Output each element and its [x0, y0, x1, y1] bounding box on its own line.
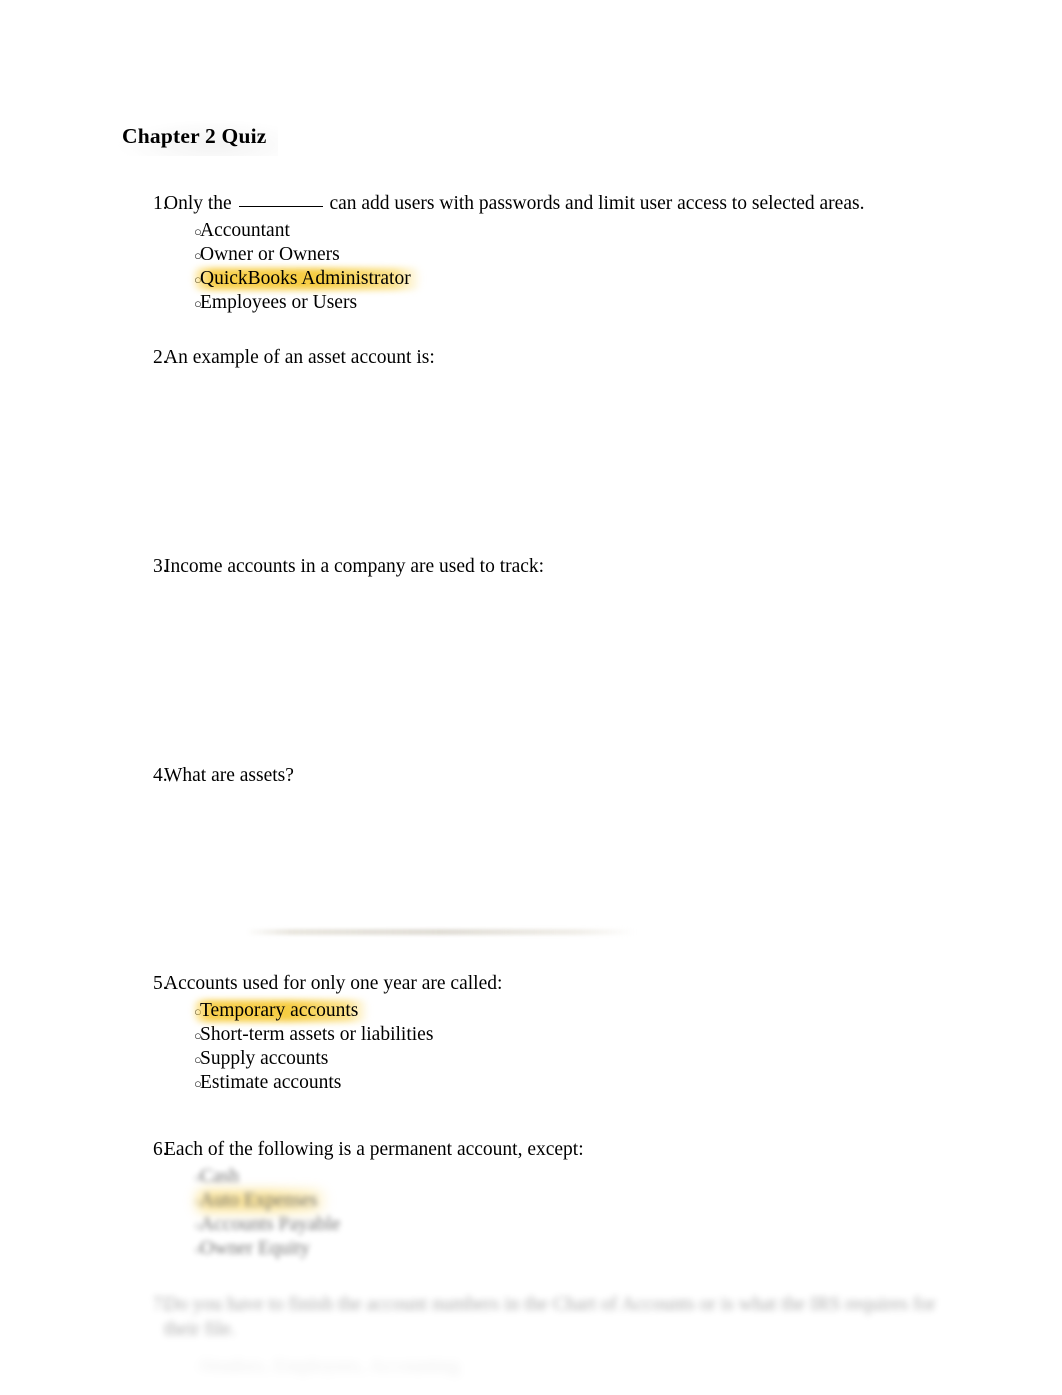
option-label: Short-term assets or liabilities: [200, 1023, 434, 1045]
question-1-options: ○ Accountant ○ Owner or Owners ○ QuickBo…: [122, 219, 982, 315]
question-5: 5. Accounts used for only one year are c…: [122, 972, 982, 1111]
question-7-number: 7.: [153, 1294, 168, 1315]
bullet-circle-icon: ○: [194, 1193, 202, 1209]
option-label: Accountant: [200, 219, 290, 241]
question-1-prompt: 1. Only the can add users with passwords…: [122, 192, 982, 217]
question-1: 1. Only the can add users with passwords…: [122, 192, 982, 331]
option-label: Estimate accounts: [200, 1071, 342, 1093]
question-1-text-after: can add users with passwords and limit u…: [329, 193, 865, 214]
question-4-prompt: 4. What are assets?: [122, 764, 982, 789]
question-7-prompt: 7. Do you have to finish the account num…: [122, 1292, 982, 1343]
bullet-circle-icon: ○: [194, 1003, 202, 1019]
option-row[interactable]: ○ Accountant: [122, 219, 982, 243]
option-label: Owner Equity: [200, 1237, 310, 1259]
question-6-options: ○ Cash ○ Auto Expenses ○ Accounts Payabl…: [122, 1165, 982, 1261]
option-label: Cash: [200, 1165, 239, 1187]
option-row[interactable]: ○ Employees or Users: [122, 291, 982, 315]
bullet-circle-icon: ○: [194, 247, 202, 263]
option-row[interactable]: ○ Owner Equity: [122, 1237, 982, 1261]
question-3: 3. Income accounts in a company are used…: [122, 555, 982, 580]
option-row[interactable]: ○ Vendors, Employees, Accounting: [122, 1355, 982, 1379]
question-5-options: ○ Temporary accounts ○ Short-term assets…: [122, 999, 982, 1095]
page-title: Chapter 2 Quiz: [122, 124, 267, 148]
question-5-prompt: 5. Accounts used for only one year are c…: [122, 972, 982, 997]
option-row[interactable]: ○ Estimate accounts: [122, 1071, 982, 1095]
option-label-highlighted: QuickBooks Administrator: [200, 267, 411, 289]
option-row[interactable]: ○ Short-term assets or liabilities: [122, 1023, 982, 1047]
option-label: Owner or Owners: [200, 243, 340, 265]
question-6: 6. Each of the following is a permanent …: [122, 1138, 982, 1277]
option-row-selected[interactable]: ○ Auto Expenses: [122, 1189, 982, 1213]
question-5-number: 5.: [153, 973, 168, 994]
bullet-circle-icon: ○: [194, 1051, 202, 1067]
question-6-prompt: 6. Each of the following is a permanent …: [122, 1138, 982, 1163]
option-row-selected[interactable]: ○ QuickBooks Administrator: [122, 267, 982, 291]
question-7: 7. Do you have to finish the account num…: [122, 1292, 982, 1395]
option-label: Supply accounts: [200, 1047, 329, 1069]
option-row[interactable]: ○ Supply accounts: [122, 1047, 982, 1071]
bullet-circle-icon: ○: [194, 1359, 202, 1375]
question-2: 2. An example of an asset account is:: [122, 346, 982, 371]
document-page: Chapter 2 Quiz 1. Only the can add users…: [0, 0, 1062, 1377]
option-row[interactable]: ○ Cash: [122, 1165, 982, 1189]
question-3-prompt: 3. Income accounts in a company are used…: [122, 555, 982, 580]
bullet-circle-icon: ○: [194, 1027, 202, 1043]
option-label-highlighted: Temporary accounts: [200, 999, 359, 1021]
option-label: Employees or Users: [200, 291, 358, 313]
question-2-prompt: 2. An example of an asset account is:: [122, 346, 982, 371]
bullet-circle-icon: ○: [194, 1075, 202, 1091]
option-label-highlighted: Auto Expenses: [200, 1189, 318, 1211]
faint-horizontal-rule: [245, 929, 635, 935]
question-6-number: 6.: [153, 1139, 168, 1160]
question-1-blank: [238, 206, 323, 207]
question-7-options: ○ Vendors, Employees, Accounting: [122, 1355, 982, 1379]
question-3-number: 3.: [153, 556, 168, 577]
bullet-circle-icon: ○: [194, 1217, 202, 1233]
question-1-text: Only the can add users with passwords an…: [164, 192, 864, 217]
question-1-text-before: Only the: [164, 193, 232, 214]
bullet-circle-icon: ○: [194, 223, 202, 239]
option-label: Vendors, Employees, Accounting: [200, 1355, 460, 1377]
question-1-number: 1.: [153, 193, 168, 214]
bullet-circle-icon: ○: [194, 1241, 202, 1257]
question-6-text: Each of the following is a permanent acc…: [164, 1139, 584, 1160]
option-row[interactable]: ○ Owner or Owners: [122, 243, 982, 267]
bullet-circle-icon: ○: [194, 1169, 202, 1185]
question-5-text: Accounts used for only one year are call…: [164, 973, 503, 994]
bullet-circle-icon: ○: [194, 271, 202, 287]
question-3-text: Income accounts in a company are used to…: [164, 556, 545, 577]
question-4-text: What are assets?: [164, 765, 294, 786]
question-2-number: 2.: [153, 347, 168, 368]
question-7-text: Do you have to finish the account number…: [164, 1294, 936, 1341]
question-2-text: An example of an asset account is:: [164, 347, 435, 368]
option-row-selected[interactable]: ○ Temporary accounts: [122, 999, 982, 1023]
option-row[interactable]: ○ Accounts Payable: [122, 1213, 982, 1237]
question-4: 4. What are assets?: [122, 764, 982, 789]
question-4-number: 4.: [153, 765, 168, 786]
bullet-circle-icon: ○: [194, 295, 202, 311]
option-label: Accounts Payable: [200, 1213, 341, 1235]
